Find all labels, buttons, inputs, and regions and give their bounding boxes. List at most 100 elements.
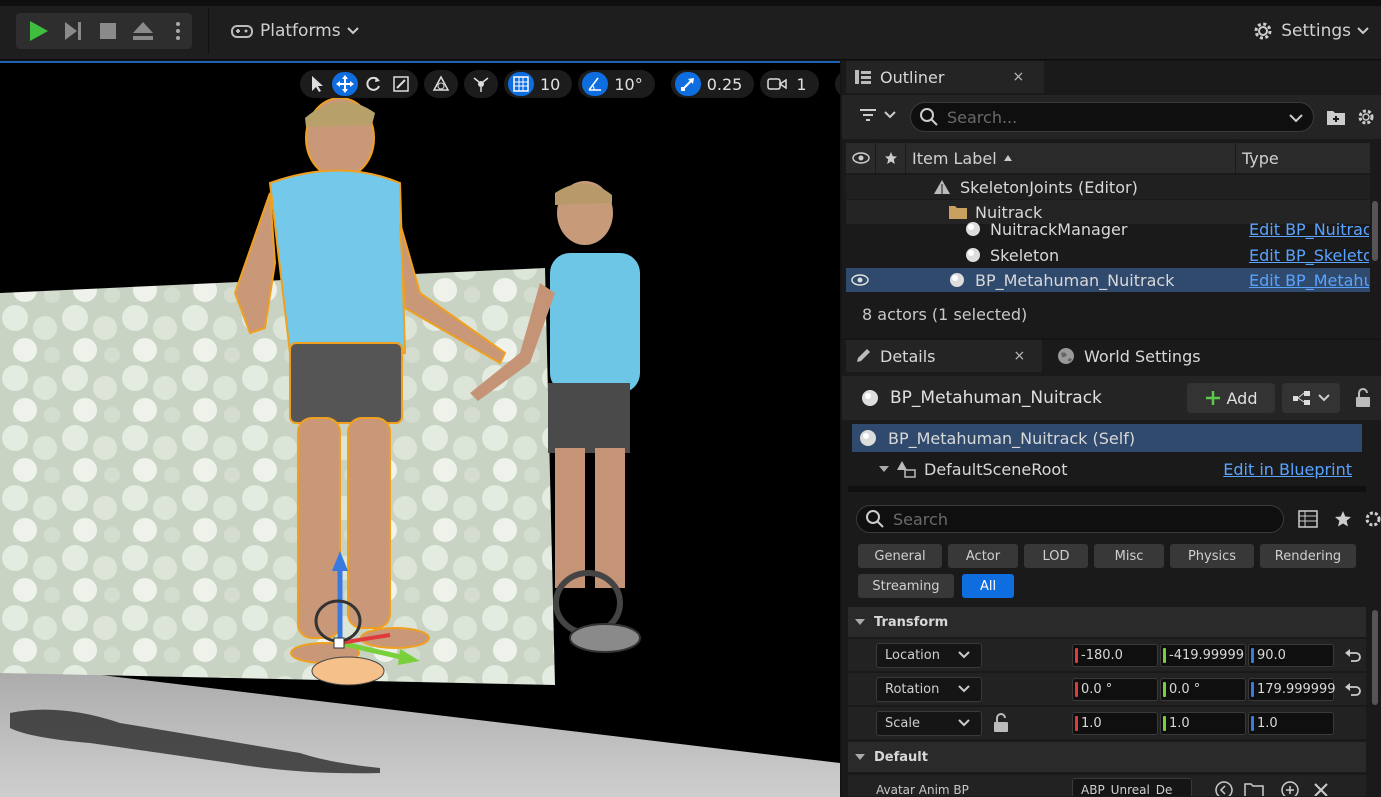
rotation-mode-dropdown[interactable]: Rotation [876,677,982,702]
rotation-snap-value[interactable]: 10° [610,75,650,94]
filter-all-button[interactable]: All [962,574,1014,598]
scale-mode-button[interactable] [388,72,414,96]
lock-icon[interactable] [992,713,1010,733]
component-splitter[interactable] [848,486,1366,492]
toolbar-divider [208,8,209,54]
add-folder-icon[interactable] [1326,108,1346,126]
play-button[interactable] [24,17,51,45]
component-item-self[interactable]: BP_Metahuman_Nuitrack (Self) [852,424,1362,452]
platforms-button[interactable]: Platforms [230,18,359,44]
blueprint-options-button[interactable] [1282,383,1340,413]
rotation-z-value: 179.999999 [1257,682,1336,697]
eject-icon [133,22,154,40]
chevron-down-icon [884,111,896,119]
outliner-scrollbar[interactable] [1372,201,1378,261]
rotation-z-field[interactable]: 179.999999 [1248,678,1336,701]
rotation-y-field[interactable]: 0.0 ° [1160,678,1246,701]
surface-snap-icon [473,77,489,92]
location-y-field[interactable]: -419.99999 [1160,644,1246,667]
scale-x-field[interactable]: 1.0 [1072,712,1158,735]
browse-folder-icon[interactable] [1244,781,1264,797]
details-search-input[interactable]: Search [856,505,1284,533]
advance-frame-button[interactable] [59,17,86,45]
close-icon[interactable]: × [1012,69,1024,85]
close-icon[interactable]: × [1013,348,1025,364]
edit-in-blueprint-link[interactable]: Edit in Blueprint [1223,460,1352,479]
camera-speed-button[interactable] [764,72,790,96]
edit-blueprint-link[interactable]: Edit BP_Nuitrac [1249,220,1369,239]
tab-outliner[interactable]: Outliner × [846,61,1044,93]
add-component-button[interactable]: Add [1187,383,1275,413]
tab-details[interactable]: Details × [846,340,1042,372]
gear-icon[interactable] [1356,107,1376,127]
visibility-column-header[interactable] [846,143,876,173]
details-search-placeholder: Search [893,509,948,529]
location-z-field[interactable]: 90.0 [1248,644,1334,667]
clear-icon[interactable] [1312,781,1330,797]
scale-y-field[interactable]: 1.0 [1160,712,1246,735]
translate-mode-button[interactable] [332,72,358,96]
rotation-snap-toggle[interactable] [582,72,609,96]
list-item[interactable]: SkeletonJoints (Editor) [846,175,1370,199]
item-label-column-header[interactable]: Item Label [906,143,1236,173]
filter-general-button[interactable]: General [858,544,942,568]
transform-section-header[interactable]: Transform [848,607,1366,637]
actor-name[interactable]: BP_Metahuman_Nuitrack [890,388,1102,408]
filter-misc-button[interactable]: Misc [1094,544,1164,568]
scale-snap-toggle[interactable] [674,72,701,96]
grid-snap-value[interactable]: 10 [536,75,568,94]
list-item[interactable]: NuitrackManager Edit BP_Nuitrac [846,219,1370,239]
gear-icon [1254,22,1272,40]
star-icon[interactable] [1334,510,1352,528]
lock-icon[interactable] [1354,388,1372,408]
scale-z-field[interactable]: 1.0 [1248,712,1334,735]
outliner-search-placeholder: Search... [947,107,1018,127]
outliner-search-input[interactable]: Search... [910,102,1314,132]
details-tab-label: Details [880,346,936,366]
list-item[interactable]: BP_Metahuman_Nuitrack Edit BP_Metahu [846,268,1370,292]
details-scrollbar[interactable] [1372,610,1378,705]
avatar-anim-dropdown[interactable]: ABP_Unreal_De [1072,778,1192,796]
component-item-root[interactable]: DefaultSceneRoot Edit in Blueprint [852,455,1362,483]
rotation-snap-group: 10° [578,70,655,98]
level-viewport[interactable]: 10 10° 0.25 1 [0,61,840,797]
default-section-header[interactable]: Default [848,742,1366,772]
stop-button[interactable] [94,17,121,45]
filter-button[interactable] [858,107,896,123]
viewport-layout-button[interactable] [839,72,840,96]
tab-world-settings[interactable]: World Settings [1048,340,1209,372]
browse-back-icon[interactable] [1214,781,1234,797]
filter-physics-button[interactable]: Physics [1170,544,1254,568]
scale-snap-value[interactable]: 0.25 [703,75,751,94]
transform-mode-group [300,70,418,98]
list-item[interactable]: Skeleton Edit BP_Skeleto [846,243,1370,267]
scale-mode-dropdown[interactable]: Scale [876,711,982,736]
settings-button[interactable]: Settings [1251,18,1369,44]
select-mode-button[interactable] [304,72,330,96]
table-view-icon[interactable] [1298,510,1318,528]
edit-blueprint-link[interactable]: Edit BP_Skeleto [1249,246,1369,265]
reset-arrow-icon[interactable] [1344,647,1362,663]
location-label: Location [885,648,940,663]
rotate-mode-button[interactable] [360,72,386,96]
filter-streaming-button[interactable]: Streaming [858,574,954,598]
filter-lod-button[interactable]: LOD [1024,544,1088,568]
world-space-button[interactable] [428,72,454,96]
type-column-header[interactable]: Type [1236,143,1370,173]
location-mode-dropdown[interactable]: Location [876,643,982,668]
add-circle-icon[interactable] [1280,781,1300,797]
favorite-column-header[interactable] [876,143,906,173]
camera-speed-value[interactable]: 1 [792,75,814,94]
play-options-button[interactable] [165,17,192,45]
gear-icon[interactable] [1364,510,1381,528]
location-x-field[interactable]: -180.0 [1072,644,1158,667]
filter-rendering-button[interactable]: Rendering [1260,544,1356,568]
grid-snap-toggle[interactable] [508,72,534,96]
surface-snap-button[interactable] [468,72,494,96]
filter-actor-button[interactable]: Actor [948,544,1018,568]
edit-blueprint-link[interactable]: Edit BP_Metahu [1249,271,1369,290]
eject-button[interactable] [130,17,157,45]
rotation-x-field[interactable]: 0.0 ° [1072,678,1158,701]
chevron-down-icon [958,719,970,727]
reset-arrow-icon[interactable] [1344,681,1362,697]
